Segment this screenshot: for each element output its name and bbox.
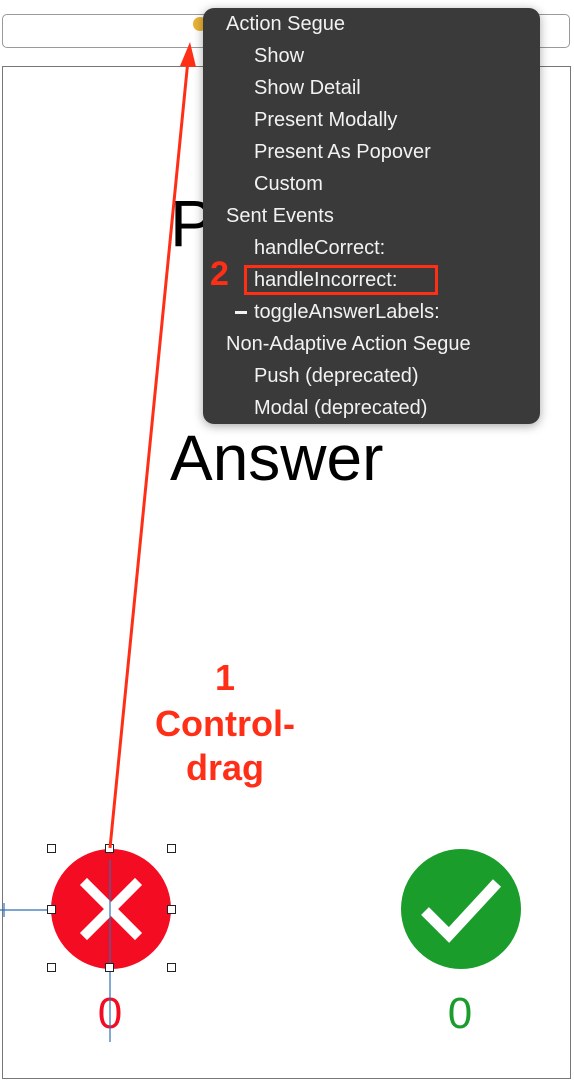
menu-section-non-adaptive-segue: Non-Adaptive Action Segue bbox=[226, 333, 471, 355]
menu-item-custom[interactable]: Custom bbox=[254, 170, 323, 198]
resize-handle[interactable] bbox=[167, 905, 176, 914]
menu-item-handle-correct[interactable]: handleCorrect: bbox=[254, 234, 385, 262]
step-1-number: 1 bbox=[214, 657, 236, 698]
step-1-caption-line-1: Control- bbox=[155, 703, 295, 744]
incorrect-button[interactable] bbox=[51, 849, 171, 969]
menu-item-show-detail[interactable]: Show Detail bbox=[254, 74, 361, 102]
step-1-caption: Control- drag bbox=[120, 702, 330, 790]
resize-handle[interactable] bbox=[167, 844, 176, 853]
menu-item-present-as-popover[interactable]: Present As Popover bbox=[254, 138, 431, 166]
menu-item-toggle-answer-labels[interactable]: toggleAnswerLabels: bbox=[254, 298, 440, 326]
correct-count-label[interactable]: 0 bbox=[430, 992, 490, 1036]
menu-section-action-segue: Action Segue bbox=[226, 13, 345, 35]
highlight-box bbox=[244, 265, 438, 295]
checkmark-icon bbox=[421, 879, 502, 943]
x-icon bbox=[79, 877, 143, 941]
menu-section-sent-events: Sent Events bbox=[226, 205, 334, 227]
resize-handle[interactable] bbox=[47, 844, 56, 853]
menu-item-modal-deprecated[interactable]: Modal (deprecated) bbox=[254, 394, 427, 422]
step-2-number: 2 bbox=[210, 255, 229, 293]
resize-handle[interactable] bbox=[47, 963, 56, 972]
resize-handle[interactable] bbox=[105, 963, 114, 972]
resize-handle[interactable] bbox=[167, 963, 176, 972]
menu-item-push-deprecated[interactable]: Push (deprecated) bbox=[254, 362, 419, 390]
answer-label[interactable]: Answer bbox=[170, 426, 383, 490]
correct-button[interactable] bbox=[401, 849, 521, 969]
connected-dash-icon bbox=[235, 311, 247, 314]
menu-item-present-modally[interactable]: Present Modally bbox=[254, 106, 397, 134]
resize-handle[interactable] bbox=[105, 844, 114, 853]
step-1-caption-line-2: drag bbox=[185, 747, 264, 788]
connection-popup-menu: Action Segue Show Show Detail Present Mo… bbox=[203, 8, 540, 424]
resize-handle[interactable] bbox=[47, 905, 56, 914]
incorrect-count-label[interactable]: 0 bbox=[80, 992, 140, 1036]
menu-item-show[interactable]: Show bbox=[254, 42, 304, 70]
